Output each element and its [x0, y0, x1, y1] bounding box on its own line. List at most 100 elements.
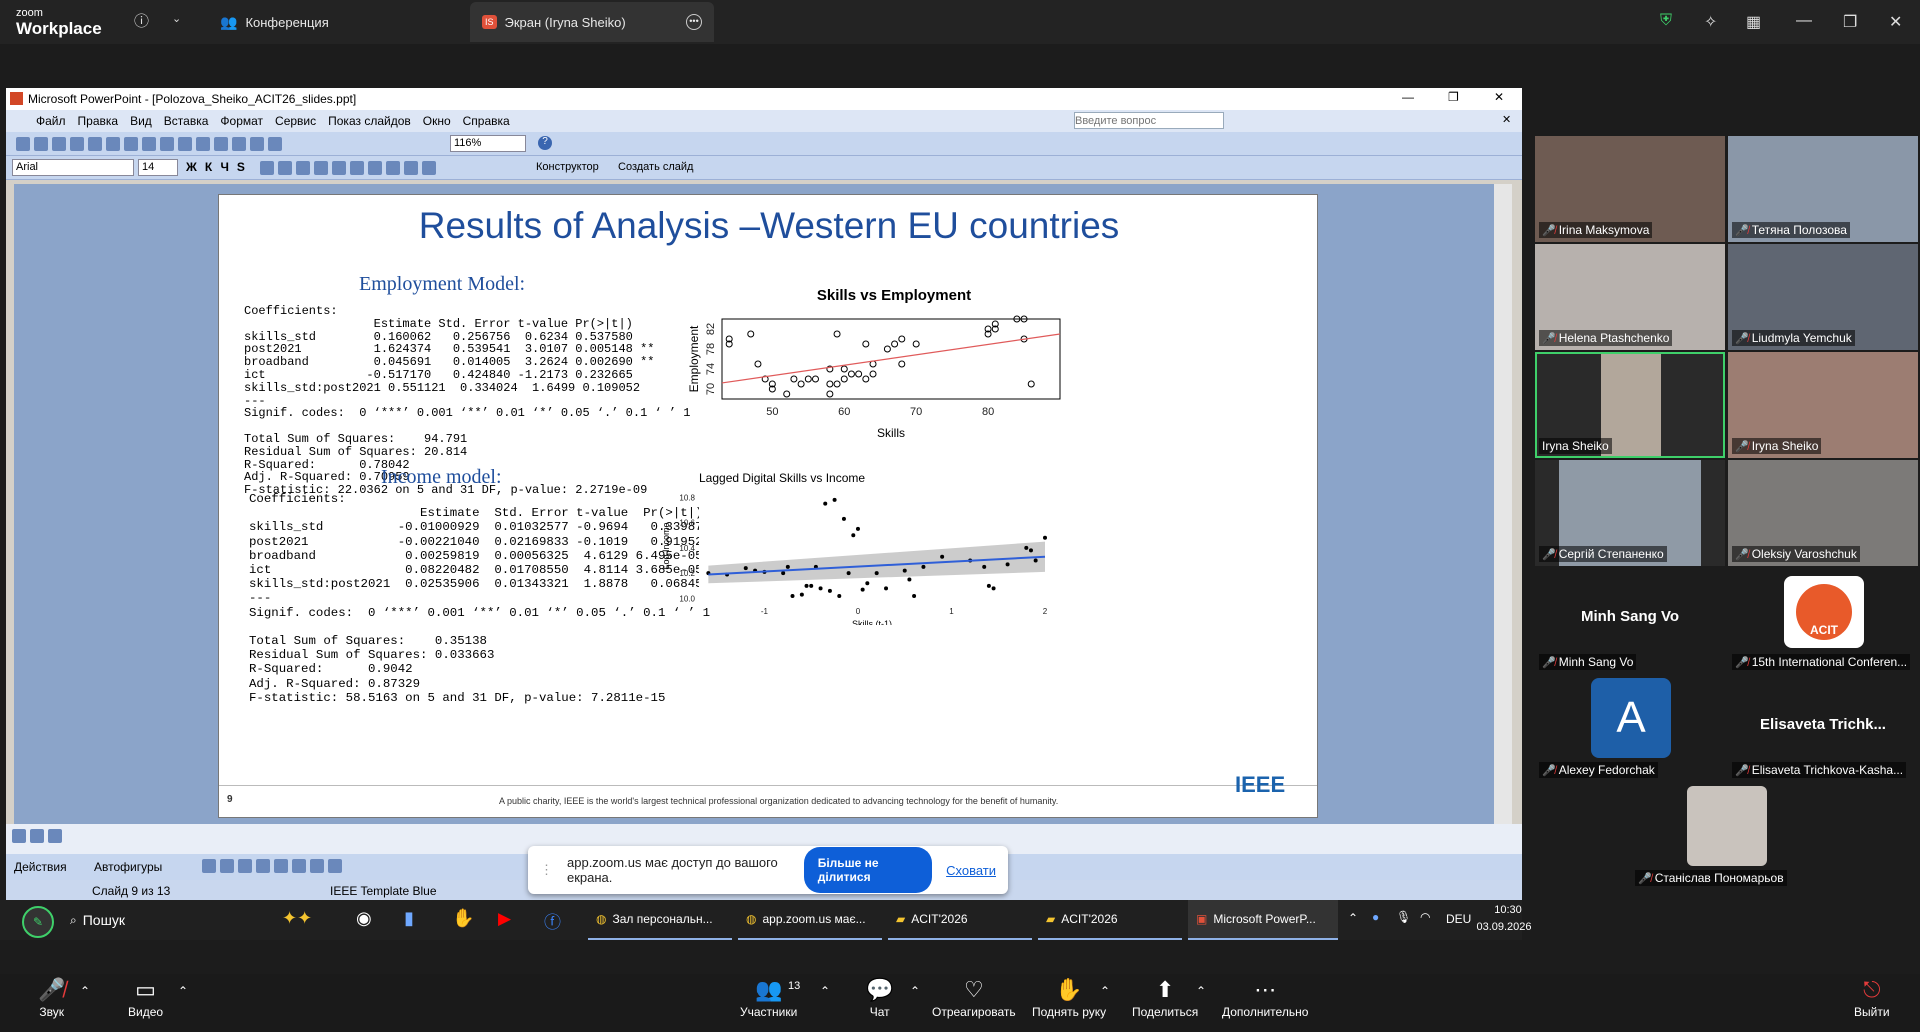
participant-tile[interactable]: A 🎤̸ Alexey Fedorchak [1535, 676, 1725, 782]
line-icon[interactable] [202, 859, 216, 873]
video-options-chevron-icon[interactable]: ⌃ [178, 984, 188, 998]
tray-app-icon[interactable]: ● [1372, 910, 1379, 924]
align-right-icon[interactable] [296, 161, 310, 175]
participant-tile[interactable]: ACIT 🎤̸ 15th International Conferen... [1728, 568, 1918, 674]
participant-tile[interactable]: 🎤̸ Irina Maksymova [1535, 136, 1725, 242]
wordart-icon[interactable] [292, 859, 306, 873]
leave-button[interactable]: ⎋ Выйти [1854, 978, 1890, 1020]
app-icon-1[interactable]: ◉ [356, 908, 372, 929]
textbox-icon[interactable] [274, 859, 288, 873]
sorter-view-icon[interactable] [30, 829, 44, 843]
copy-icon[interactable] [142, 137, 156, 151]
participant-tile[interactable]: 🎤̸ Helena Ptashchenko [1535, 244, 1725, 350]
app-icon-3[interactable]: ✋ [452, 908, 474, 929]
help-search-input[interactable] [1074, 112, 1224, 129]
share-button[interactable]: ⬆ Поделиться [1132, 978, 1198, 1020]
ppt-close-icon[interactable]: ✕ [1494, 90, 1504, 104]
participant-tile[interactable]: 🎤̸ Станіслав Пономарьов [1631, 784, 1821, 890]
designer-button[interactable]: Конструктор [536, 161, 599, 173]
sparkle-icon[interactable]: ✧ [1704, 12, 1717, 32]
menu-help[interactable]: Справка [463, 114, 510, 128]
normal-view-icon[interactable] [12, 829, 26, 843]
tray-chevron-icon[interactable]: ⌃ [1348, 911, 1358, 925]
save-icon[interactable] [52, 137, 66, 151]
font-color-icon[interactable] [422, 161, 436, 175]
app-icon-2[interactable]: ▮ [404, 908, 414, 929]
minimize-icon[interactable]: — [1796, 12, 1812, 30]
bullets-icon[interactable] [350, 161, 364, 175]
sparkle-widget-icon[interactable]: ✦✦ [282, 908, 312, 929]
fill-color-icon[interactable] [310, 859, 324, 873]
chat-chevron-icon[interactable]: ⌃ [910, 984, 920, 998]
new-icon[interactable] [16, 137, 30, 151]
justify-icon[interactable] [314, 161, 328, 175]
menu-tools[interactable]: Сервис [275, 114, 316, 128]
audio-button[interactable]: 🎤̸ Звук [38, 978, 65, 1020]
menu-file[interactable]: Файл [36, 114, 66, 128]
font-grow-icon[interactable] [386, 161, 400, 175]
text-style-icons[interactable]: ЖКЧS [186, 160, 253, 174]
undo-icon[interactable] [178, 137, 192, 151]
tab-conference[interactable]: 👥 Конференция [208, 2, 458, 42]
youtube-icon[interactable]: ▶ [498, 909, 511, 929]
slideshow-view-icon[interactable] [48, 829, 62, 843]
menu-view[interactable]: Вид [130, 114, 152, 128]
vertical-scrollbar[interactable] [1494, 184, 1512, 824]
taskbar-item-1[interactable]: ◍ Зал персональн... [588, 900, 732, 940]
autoshapes-menu[interactable]: Автофигуры [94, 860, 162, 874]
mic-tray-icon[interactable]: 🎙 [1396, 910, 1411, 924]
taskbar-item-4[interactable]: ▰ ACIT'2026 [1038, 900, 1182, 940]
react-button[interactable]: ♡ Отреагировать [932, 978, 1016, 1020]
indent-icon[interactable] [368, 161, 382, 175]
taskbar-item-2[interactable]: ◍ app.zoom.us має... [738, 900, 882, 940]
line-color-icon[interactable] [328, 859, 342, 873]
more-button[interactable]: ⋯ Дополнительно [1222, 978, 1308, 1020]
restore-icon[interactable]: ❐ [1843, 12, 1857, 32]
participant-tile[interactable]: 🎤̸ Тетяна Полозова [1728, 136, 1918, 242]
chat-button[interactable]: 💬 Чат [866, 978, 893, 1020]
clock-date[interactable]: 03.09.2026 [1472, 921, 1536, 933]
ppt-minimize-icon[interactable]: — [1402, 90, 1414, 104]
participants-chevron-icon[interactable]: ⌃ [820, 984, 830, 998]
menu-format[interactable]: Формат [220, 114, 263, 128]
align-center-icon[interactable] [278, 161, 292, 175]
tab-screen[interactable]: IS Экран (Iryna Sheiko) ••• [470, 2, 714, 42]
chevron-down-icon[interactable]: ⌄ [172, 12, 181, 25]
font-size-select[interactable]: 14 [138, 159, 178, 176]
stop-sharing-button[interactable]: Більше не ділитися [803, 847, 933, 893]
language-indicator[interactable]: DEU [1446, 912, 1471, 926]
taskbar-item-5[interactable]: ▣ Microsoft PowerP... [1188, 900, 1338, 940]
share-chevron-icon[interactable]: ⌃ [1196, 984, 1206, 998]
font-shrink-icon[interactable] [404, 161, 418, 175]
layout-icon[interactable]: ▦ [1746, 12, 1761, 32]
drag-handle-icon[interactable]: ⋮ [540, 862, 553, 878]
preview-icon[interactable] [88, 137, 102, 151]
participant-tile[interactable]: 🎤̸ Oleksiy Varoshchuk [1728, 460, 1918, 566]
menu-edit[interactable]: Правка [78, 114, 119, 128]
print-icon[interactable] [70, 137, 84, 151]
clock-time[interactable]: 10:30 [1476, 904, 1540, 916]
help-close-icon[interactable]: ✕ [1502, 113, 1511, 126]
rect-icon[interactable] [238, 859, 252, 873]
actions-menu[interactable]: Действия [14, 860, 67, 874]
cut-icon[interactable] [124, 137, 138, 151]
ppt-restore-icon[interactable]: ❐ [1448, 90, 1459, 104]
new-slide-button[interactable]: Создать слайд [618, 161, 693, 173]
chart-icon[interactable] [214, 137, 228, 151]
video-button[interactable]: ▭ Видео [128, 978, 163, 1020]
oval-icon[interactable] [256, 859, 270, 873]
font-name-select[interactable]: Arial [12, 159, 134, 176]
menu-slideshow[interactable]: Показ слайдов [328, 114, 411, 128]
close-icon[interactable]: ✕ [1889, 12, 1902, 32]
more-options-icon[interactable]: ••• [686, 14, 702, 30]
taskbar-item-3[interactable]: ▰ ACIT'2026 [888, 900, 1032, 940]
zoom-select[interactable]: 116% [450, 135, 526, 152]
paste-icon[interactable] [160, 137, 174, 151]
raise-chevron-icon[interactable]: ⌃ [1100, 984, 1110, 998]
annotate-pen-icon[interactable]: ✎ [22, 906, 54, 938]
arrow-icon[interactable] [220, 859, 234, 873]
grid-icon[interactable] [250, 137, 264, 151]
spell-icon[interactable] [106, 137, 120, 151]
align-left-icon[interactable] [260, 161, 274, 175]
hide-link[interactable]: Сховати [946, 863, 996, 878]
